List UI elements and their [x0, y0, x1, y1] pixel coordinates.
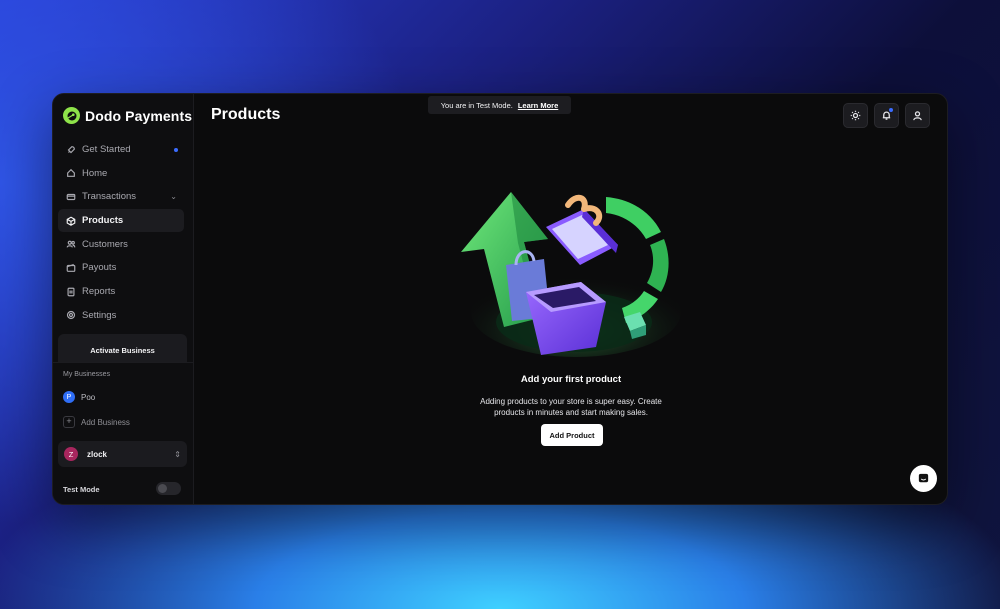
test-mode-banner: You are in Test Mode. Learn More	[428, 96, 571, 114]
sidebar-item-label: Transactions	[82, 191, 137, 203]
notifications-button[interactable]	[874, 103, 899, 128]
chevron-down-icon: ⌄	[170, 192, 177, 202]
sidebar-item-label: Products	[82, 215, 124, 227]
brand[interactable]: Dodo Payments	[63, 107, 192, 124]
dodo-logo-icon	[63, 107, 80, 124]
business-name: Poo	[81, 392, 96, 402]
empty-state-illustration	[461, 192, 681, 357]
empty-state-subtitle-line1: Adding products to your store is super e…	[480, 397, 662, 406]
sidebar: Dodo Payments Get Started Home Transacti…	[53, 94, 194, 504]
toggle-knob	[158, 484, 167, 493]
sun-icon	[850, 110, 861, 121]
support-chat-button[interactable]	[910, 465, 937, 492]
business-item-poo[interactable]: P Poo	[63, 391, 95, 403]
test-mode-label: Test Mode	[63, 485, 100, 494]
sidebar-item-label: Payouts	[82, 262, 117, 274]
add-business-label: Add Business	[81, 417, 130, 427]
gear-icon	[66, 310, 76, 320]
sidebar-item-customers[interactable]: Customers	[58, 233, 184, 256]
box-icon	[66, 216, 76, 226]
sidebar-item-label: Home	[82, 167, 108, 179]
brand-name: Dodo Payments	[85, 107, 193, 124]
profile-button[interactable]	[905, 103, 930, 128]
user-icon	[913, 111, 922, 121]
home-icon	[66, 168, 76, 178]
sidebar-item-get-started[interactable]: Get Started	[58, 138, 184, 161]
sidebar-item-label: Settings	[82, 309, 117, 321]
learn-more-link[interactable]: Learn More	[518, 101, 558, 110]
business-avatar: P	[63, 391, 75, 403]
sidebar-item-payouts[interactable]: Payouts	[58, 256, 184, 279]
sidebar-item-label: Get Started	[82, 144, 131, 155]
business-panel: My Businesses P Poo + Add Business Z zlo…	[53, 362, 193, 504]
sidebar-item-transactions[interactable]: Transactions ⌄	[58, 185, 184, 208]
notification-dot	[889, 108, 893, 112]
sidebar-item-label: Customers	[82, 238, 128, 250]
chat-icon	[918, 473, 929, 483]
card-icon	[66, 192, 76, 202]
avatar: Z	[64, 447, 78, 461]
sidebar-item-label: Reports	[82, 286, 116, 298]
empty-state-subtitle: Adding products to your store is super e…	[388, 396, 754, 418]
app-window: Dodo Payments Get Started Home Transacti…	[52, 93, 948, 505]
my-businesses-label: My Businesses	[63, 371, 111, 378]
plus-icon: +	[63, 416, 75, 428]
sidebar-item-reports[interactable]: Reports	[58, 280, 184, 303]
chevron-updown-icon: ⇕	[174, 449, 181, 459]
sidebar-item-home[interactable]: Home	[58, 162, 184, 185]
add-business-button[interactable]: + Add Business	[63, 416, 130, 428]
sidebar-item-products[interactable]: Products	[58, 209, 184, 233]
theme-toggle-button[interactable]	[843, 103, 868, 128]
empty-state-subtitle-line2: products in minutes and start making sal…	[494, 408, 648, 417]
sidebar-item-settings[interactable]: Settings	[58, 304, 184, 327]
empty-state-title: Add your first product	[520, 374, 622, 385]
user-name: zlock	[87, 449, 108, 459]
page-title: Products	[211, 106, 281, 123]
banner-text: You are in Test Mode.	[440, 100, 513, 110]
users-icon	[66, 239, 76, 249]
add-product-button[interactable]: Add Product	[541, 424, 603, 446]
report-icon	[66, 287, 76, 297]
new-indicator-dot	[174, 147, 178, 152]
rocket-icon	[66, 145, 76, 155]
wallet-icon	[66, 263, 76, 273]
test-mode-toggle[interactable]	[156, 482, 181, 495]
sidebar-nav: Get Started Home Transactions ⌄ Products…	[58, 138, 184, 328]
user-switcher[interactable]: Z zlock ⇕	[58, 441, 187, 467]
